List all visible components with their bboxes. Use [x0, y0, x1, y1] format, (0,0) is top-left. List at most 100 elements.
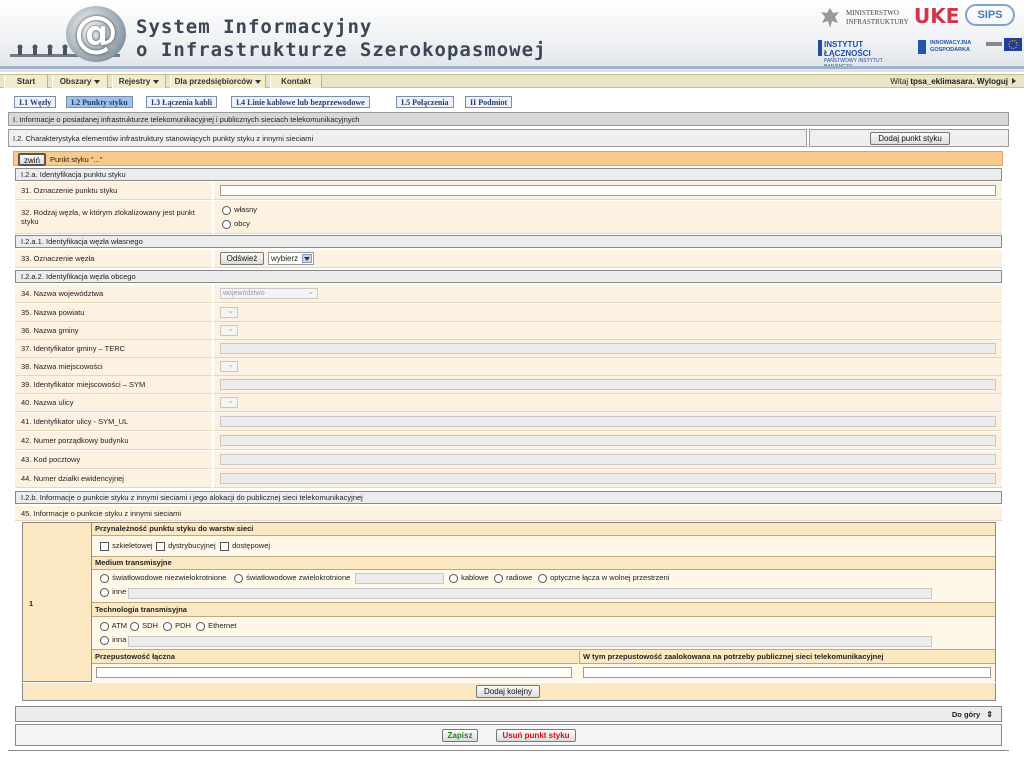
radio-foreign[interactable] [222, 219, 231, 229]
radio-pdh[interactable] [163, 621, 172, 631]
tab-laczenia-kabli[interactable]: I.3 Łączenia kabli [146, 96, 218, 108]
point-header-bar: zwiń Punkt styku "..." [13, 151, 1003, 166]
nav-start[interactable]: Start [4, 75, 48, 88]
field-36-label: 36. Nazwa gminy [15, 322, 212, 340]
tab-polaczenia[interactable]: I.5 Połączenia [396, 96, 454, 108]
tab-linie-kablowe[interactable]: I.4 Linie kablowe lub bezprzewodowe [231, 96, 370, 108]
layer-distribution[interactable]: dystrybucyjnej [156, 541, 216, 551]
radio-fiber-multi[interactable] [234, 573, 243, 583]
technology-cell: ATM SDH PDH Ethernet inna [92, 617, 995, 650]
arrow-up-down-icon: ⇕ [986, 710, 993, 719]
node-select-value: wybierz [271, 254, 299, 263]
save-button[interactable]: Zapisz [442, 729, 478, 742]
layer-access[interactable]: dostępowej [220, 541, 270, 551]
radio-cable[interactable] [449, 573, 458, 583]
field-37-cell [214, 340, 1002, 358]
checkbox-distribution[interactable] [156, 541, 165, 551]
commune-select[interactable] [220, 324, 238, 336]
medium-fiber-single[interactable]: światłowodowe niezwielokrotnione [100, 573, 226, 583]
radio-radio[interactable] [494, 573, 503, 583]
radio-ethernet[interactable] [196, 621, 205, 631]
action-bar: Zapisz Usuń punkt styku [15, 724, 1002, 746]
voivodeship-select[interactable]: województwo [220, 287, 318, 299]
layer-backbone[interactable]: szkieletowej [100, 541, 153, 551]
node-type-own[interactable]: własny [222, 205, 257, 215]
field-35-cell [214, 304, 1002, 322]
capacity-public-input[interactable] [583, 667, 991, 678]
logout-link[interactable]: . Wyloguj [973, 77, 1008, 86]
radio-tech-other[interactable] [100, 635, 109, 645]
field-41-label: 41. Identyfikator ulicy - SYM_UL [15, 413, 212, 431]
postal-code-input[interactable] [220, 454, 996, 465]
eu-text-icon [986, 42, 1002, 46]
tech-ethernet[interactable]: Ethernet [196, 621, 236, 631]
tech-sdh[interactable]: SDH [130, 621, 158, 631]
tech-other[interactable]: inna [100, 635, 126, 645]
delete-point-button[interactable]: Usuń punkt styku [496, 729, 576, 742]
county-select[interactable] [220, 306, 238, 318]
street-select[interactable] [220, 396, 238, 408]
tech-atm[interactable]: ATM [100, 621, 127, 631]
tab-wezly[interactable]: I.1 Węzły [14, 96, 57, 108]
username: tpsa_eklimasara [910, 77, 973, 86]
field-34-label: 34. Nazwa województwa [15, 285, 212, 303]
field-39-label: 39. Identyfikator miejscowości – SYM [15, 376, 212, 394]
nav-obszary[interactable]: Obszary [52, 75, 108, 88]
medium-cable[interactable]: kablowe [449, 573, 489, 583]
node-type-foreign[interactable]: obcy [222, 219, 250, 229]
layers-cell: szkieletowej dystrybucyjnej dostępowej [92, 536, 995, 557]
building-number-input[interactable] [220, 435, 996, 446]
radio-optical-free[interactable] [538, 573, 547, 583]
medium-fiber-multi[interactable]: światłowodowe zwielokrotnione [234, 573, 350, 583]
radio-atm[interactable] [100, 621, 109, 631]
tech-pdh[interactable]: PDH [163, 621, 191, 631]
capacity-input[interactable] [96, 667, 572, 678]
sym-ul-input[interactable] [220, 416, 996, 427]
medium-radio-label: radiowe [506, 573, 533, 582]
medium-radio[interactable]: radiowe [494, 573, 532, 583]
node-select[interactable]: wybierz [268, 252, 314, 265]
radio-medium-other[interactable] [100, 587, 109, 597]
point-designation-input[interactable] [220, 185, 996, 196]
subsection-foreign-node: I.2.a.2. Identyfikacja węzła obcego [15, 270, 1002, 283]
field-34-cell: województwo [214, 285, 1002, 303]
radio-fiber-single[interactable] [100, 573, 109, 583]
layer-backbone-label: szkieletowej [112, 541, 153, 550]
add-point-button[interactable]: Dodaj punkt styku [870, 132, 950, 145]
back-to-top-link[interactable]: Do góry ⇕ [952, 710, 993, 719]
layer-access-label: dostępowej [232, 541, 271, 550]
layers-header: Przynależność punktu styku do warstw sie… [92, 523, 995, 536]
add-point-cell: Dodaj punkt styku [809, 129, 1009, 147]
refresh-button[interactable]: Odśwież [220, 252, 264, 265]
terc-input[interactable] [220, 343, 996, 354]
medium-other-input[interactable] [128, 588, 932, 599]
nav-kontakt[interactable]: Kontakt [270, 75, 322, 88]
add-next-button[interactable]: Dodaj kolejny [476, 685, 540, 698]
checkbox-access[interactable] [220, 541, 229, 551]
tab-podmiot[interactable]: II Podmiot [465, 96, 513, 108]
checkbox-backbone[interactable] [100, 541, 109, 551]
tech-other-input[interactable] [128, 636, 932, 647]
locality-select[interactable] [220, 360, 238, 372]
field-38-label: 38. Nazwa miejscowości [15, 358, 212, 376]
at-logo: @ [66, 6, 126, 62]
parcel-number-input[interactable] [220, 473, 996, 484]
sym-input[interactable] [220, 379, 996, 390]
nav-przedsiebiorcy-label: Dla przedsiębiorców [174, 77, 253, 86]
nav-start-label: Start [16, 77, 36, 86]
medium-optical-free[interactable]: optyczne łącza w wolnej przestrzeni [538, 573, 669, 583]
nav-przedsiebiorcy[interactable]: Dla przedsiębiorców [170, 75, 266, 88]
collapse-button[interactable]: zwiń [18, 153, 46, 166]
tab-punkty-styku[interactable]: I.2 Punkty styku [66, 96, 133, 108]
fiber-multi-input[interactable] [355, 573, 444, 584]
field-40-label: 40. Nazwa ulicy [15, 394, 212, 412]
point-title: Punkt styku "..." [50, 155, 103, 164]
medium-other[interactable]: inne [100, 587, 126, 597]
tech-ethernet-label: Ethernet [208, 621, 237, 630]
medium-cable-label: kablowe [461, 573, 489, 582]
field-33-cell: Odśwież wybierz [214, 250, 1002, 268]
nav-rejestry[interactable]: Rejestry [112, 75, 166, 88]
technology-header: Technologia transmisyjna [92, 604, 995, 617]
radio-own[interactable] [222, 205, 231, 215]
radio-sdh[interactable] [130, 621, 139, 631]
